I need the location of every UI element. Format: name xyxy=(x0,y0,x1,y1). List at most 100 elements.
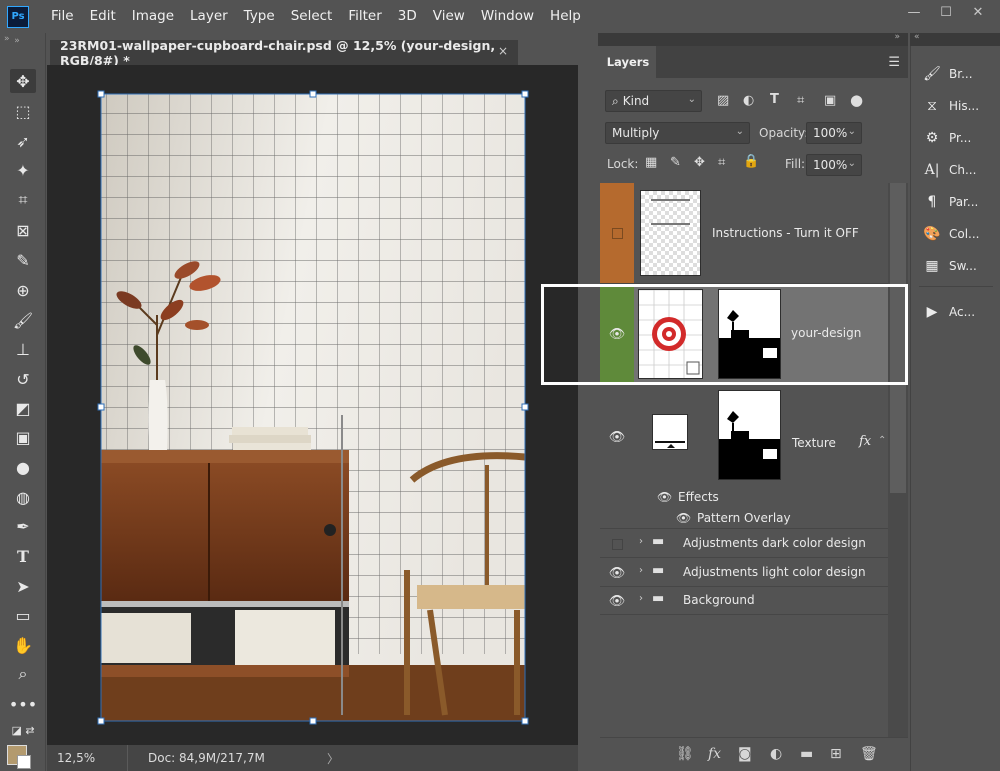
eye-icon[interactable]: 👁 xyxy=(600,593,634,609)
dock-item-color[interactable]: 🎨 Col... xyxy=(921,219,997,249)
lock-all-icon[interactable]: 🔒 xyxy=(743,154,759,169)
status-menu-arrow-icon[interactable]: 〉 xyxy=(327,750,339,767)
visibility-toggle-off[interactable] xyxy=(600,536,634,552)
scrollbar-thumb[interactable] xyxy=(890,183,906,493)
menu-3d[interactable]: 3D xyxy=(390,0,425,33)
adjustment-layer-filter-icon[interactable]: ◐ xyxy=(743,93,754,108)
new-adjustment-layer-icon[interactable]: ◐ xyxy=(770,746,782,762)
fx-badge[interactable]: fx xyxy=(859,434,871,449)
dock-item-properties[interactable]: ⚙ Pr... xyxy=(921,123,997,153)
zoom-tool-icon[interactable]: ⌕ xyxy=(10,662,36,686)
magic-wand-tool-icon[interactable]: ✦ xyxy=(10,158,36,182)
pen-tool-icon[interactable]: ✒ xyxy=(10,514,36,538)
menu-window[interactable]: Window xyxy=(473,0,542,33)
dock-item-history[interactable]: ⧖ His... xyxy=(921,91,997,121)
eraser-tool-icon[interactable]: ◩ xyxy=(10,396,36,420)
expand-dock-icon[interactable]: « xyxy=(914,32,920,42)
collapse-panels-icon[interactable]: » xyxy=(894,32,900,42)
type-tool-icon[interactable]: T xyxy=(10,544,36,568)
layer-name[interactable]: your-design xyxy=(791,326,861,340)
dock-item-paragraph[interactable]: ¶ Par... xyxy=(921,187,997,217)
default-colors-icon[interactable]: ◪ ⇄ xyxy=(10,722,36,738)
type-layer-filter-icon[interactable]: T xyxy=(770,92,779,107)
chevron-right-icon[interactable]: › xyxy=(639,565,643,576)
lock-artboard-icon[interactable]: ⌗ xyxy=(718,155,725,170)
link-layers-icon[interactable]: ⛓ xyxy=(676,746,694,762)
menu-image[interactable]: Image xyxy=(124,0,182,33)
layers-scrollbar[interactable] xyxy=(888,183,908,737)
opacity-field[interactable]: 100% ⌄ xyxy=(806,122,862,144)
blend-mode-select[interactable]: Multiply ⌄ xyxy=(605,122,750,144)
eye-icon[interactable]: 👁 xyxy=(600,565,634,581)
clone-stamp-tool-icon[interactable]: ⊥ xyxy=(10,337,36,361)
close-window-icon[interactable]: ✕ xyxy=(966,2,990,22)
layer-name[interactable]: Background xyxy=(683,593,755,607)
minimize-icon[interactable]: — xyxy=(902,2,926,22)
blur-tool-icon[interactable]: ● xyxy=(10,455,36,479)
dock-item-character[interactable]: A| Ch... xyxy=(921,155,997,185)
add-mask-icon[interactable]: ◙ xyxy=(738,746,752,762)
filter-kind-select[interactable]: ⌕ Kind ⌄ xyxy=(605,90,702,112)
layer-group-adjustments-dark[interactable]: › ▬ Adjustments dark color design xyxy=(600,529,888,558)
menu-help[interactable]: Help xyxy=(542,0,589,33)
layer-name[interactable]: Texture xyxy=(792,436,836,450)
pixel-layer-filter-icon[interactable]: ▨ xyxy=(717,93,729,108)
layer-name[interactable]: Adjustments light color design xyxy=(683,565,866,579)
chevron-right-icon[interactable]: › xyxy=(639,593,643,604)
eye-icon[interactable]: 👁 xyxy=(600,324,634,344)
gradient-tool-icon[interactable]: ▣ xyxy=(10,425,36,449)
eye-icon[interactable]: 👁 xyxy=(676,511,691,525)
rectangle-tool-icon[interactable]: ▭ xyxy=(10,603,36,627)
panel-menu-icon[interactable]: ☰ xyxy=(888,55,900,70)
new-layer-icon[interactable]: ⊞ xyxy=(830,746,842,762)
hand-tool-icon[interactable]: ✋ xyxy=(10,633,36,657)
zoom-level[interactable]: 12,5% xyxy=(47,751,127,765)
smart-object-filter-icon[interactable]: ▣ xyxy=(824,93,836,108)
shape-layer-filter-icon[interactable]: ⌗ xyxy=(797,93,804,108)
new-group-icon[interactable]: ▬ xyxy=(800,746,813,762)
menu-type[interactable]: Type xyxy=(236,0,283,33)
menu-view[interactable]: View xyxy=(425,0,473,33)
menu-select[interactable]: Select xyxy=(283,0,341,33)
visibility-toggle-off[interactable] xyxy=(600,223,634,243)
lasso-tool-icon[interactable]: ➶ xyxy=(10,129,36,153)
eye-icon[interactable]: 👁 xyxy=(657,490,672,504)
lock-position-icon[interactable]: ✥ xyxy=(694,155,705,170)
move-tool-icon[interactable]: ✥ xyxy=(10,69,36,93)
canvas-area[interactable] xyxy=(47,65,578,745)
layer-group-background[interactable]: 👁 › ▬ Background xyxy=(600,587,888,615)
dodge-tool-icon[interactable]: ◍ xyxy=(10,485,36,509)
chevron-right-icon[interactable]: › xyxy=(639,536,643,547)
layer-effect-pattern-overlay[interactable]: 👁 Pattern Overlay xyxy=(600,508,888,529)
menu-edit[interactable]: Edit xyxy=(82,0,124,33)
delete-layer-icon[interactable]: 🗑 xyxy=(860,746,878,762)
filter-toggle-icon[interactable]: ● xyxy=(850,91,863,109)
dock-item-brush-settings[interactable]: 🖌 Br... xyxy=(921,59,997,89)
dock-item-actions[interactable]: ▶ Ac... xyxy=(921,297,997,327)
fill-field[interactable]: 100% ⌄ xyxy=(806,154,862,176)
layer-your-design[interactable]: 👁 your-design xyxy=(600,284,888,385)
close-document-icon[interactable]: × xyxy=(498,44,508,58)
layer-name[interactable]: Instructions - Turn it OFF xyxy=(712,226,859,240)
layer-instructions[interactable]: Instructions - Turn it OFF xyxy=(600,183,888,284)
frame-tool-icon[interactable]: ⊠ xyxy=(10,218,36,242)
healing-brush-tool-icon[interactable]: ⊕ xyxy=(10,278,36,302)
edit-toolbar-icon[interactable]: ••• xyxy=(9,692,37,716)
menu-file[interactable]: File xyxy=(43,0,82,33)
background-color-swatch[interactable] xyxy=(17,755,31,769)
collapse-left-icon[interactable]: » xyxy=(4,34,10,44)
layer-group-adjustments-light[interactable]: 👁 › ▬ Adjustments light color design xyxy=(600,558,888,587)
layer-effects-row[interactable]: 👁 Effects xyxy=(600,487,888,508)
eyedropper-tool-icon[interactable]: ✎ xyxy=(10,248,36,272)
brush-tool-icon[interactable]: 🖌 xyxy=(10,308,36,332)
history-brush-tool-icon[interactable]: ↺ xyxy=(10,367,36,391)
document-tab[interactable]: 23RM01-wallpaper-cupboard-chair.psd @ 12… xyxy=(50,38,518,68)
path-selection-tool-icon[interactable]: ➤ xyxy=(10,574,36,598)
crop-tool-icon[interactable]: ⌗ xyxy=(10,188,36,212)
chevron-up-icon[interactable]: ⌃ xyxy=(878,435,886,446)
maximize-icon[interactable]: ☐ xyxy=(934,2,958,22)
layer-name[interactable]: Adjustments dark color design xyxy=(683,536,866,550)
dock-item-swatches[interactable]: ▦ Sw... xyxy=(921,251,997,281)
layer-texture[interactable]: 👁 Texture fx ⌃ xyxy=(600,385,888,487)
document-canvas[interactable] xyxy=(47,65,578,745)
